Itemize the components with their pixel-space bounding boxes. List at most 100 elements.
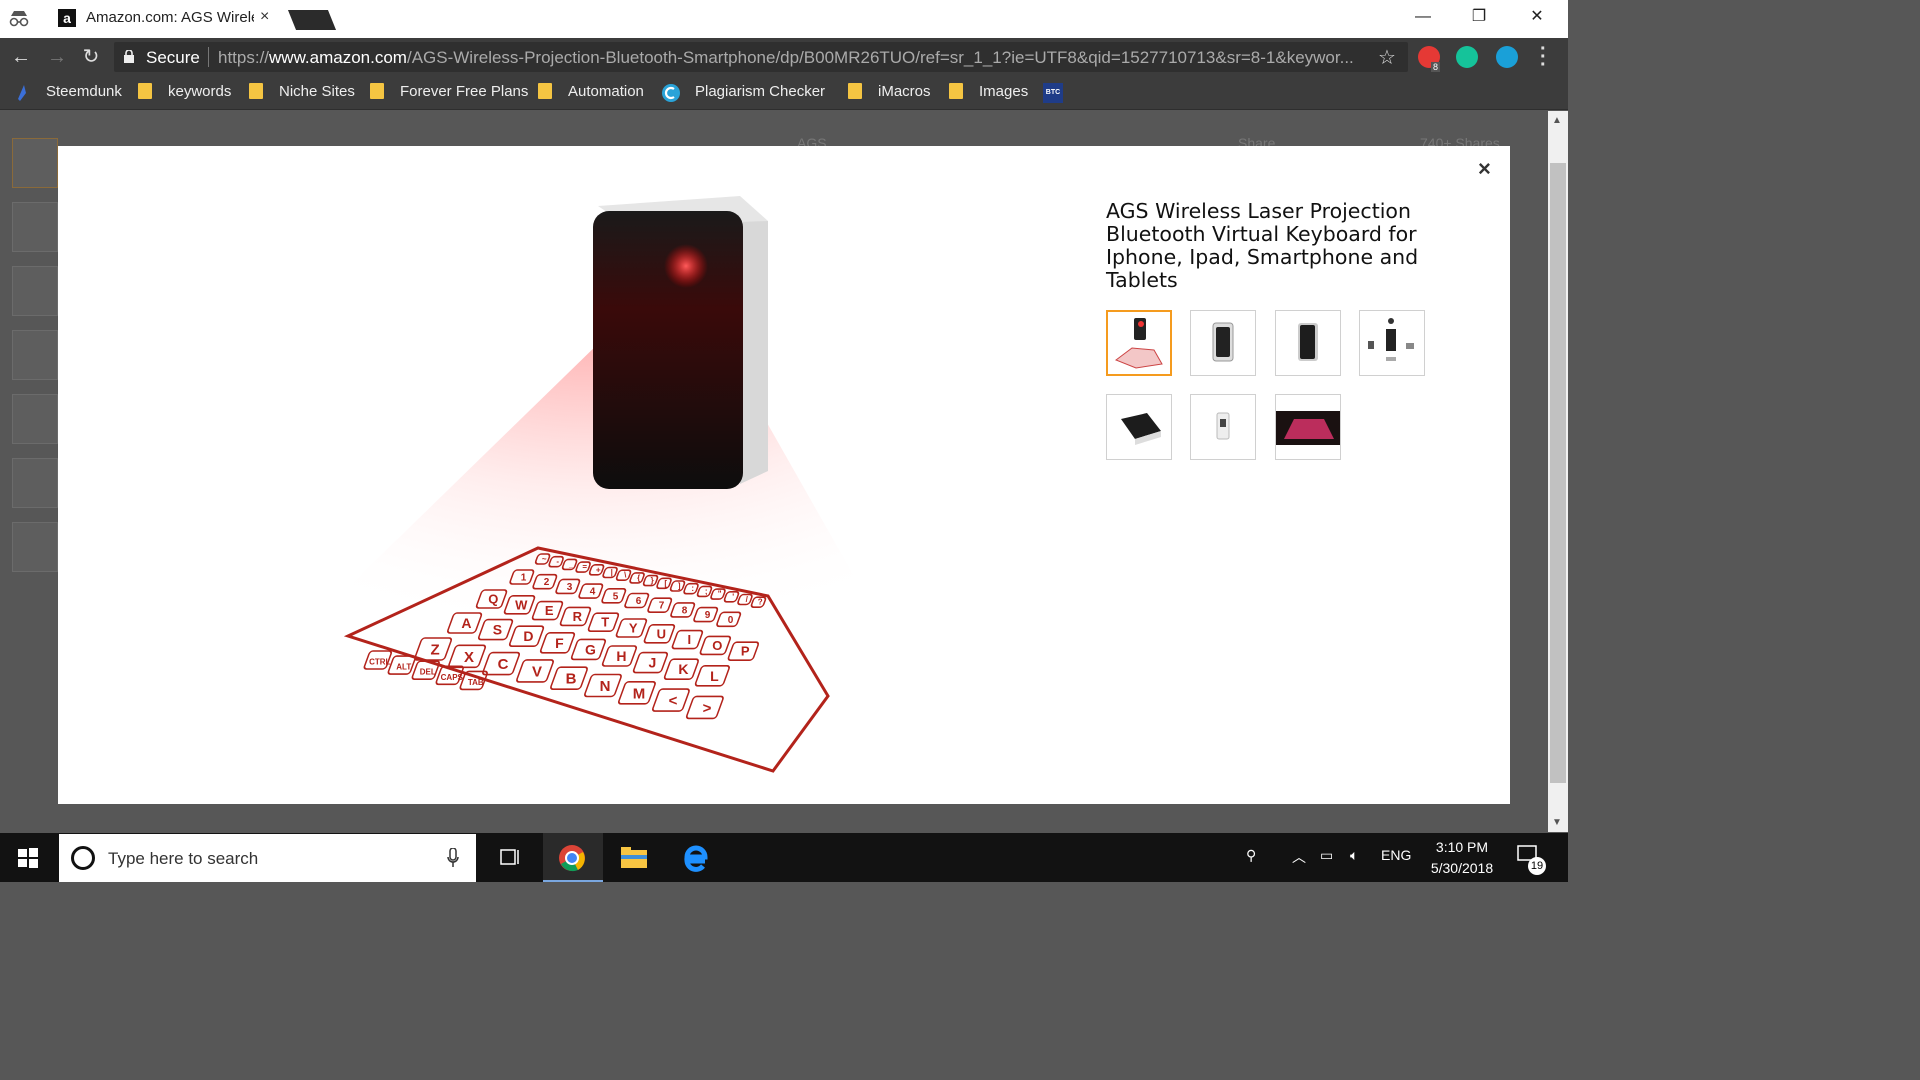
bookmark-plagiarism-checker[interactable]: Plagiarism Checker: [695, 83, 825, 103]
bookmark-label: Forever Free Plans: [400, 83, 529, 100]
thumb-image: [1216, 412, 1230, 440]
keyboard-key-label: M: [633, 685, 646, 702]
bookmark-label: Images: [979, 83, 1029, 100]
tray-chevron-icon[interactable]: ︿: [1292, 847, 1306, 867]
bookmark-forever-free-plans[interactable]: Forever Free Plans: [370, 83, 528, 103]
thumbnail-device-lying[interactable]: [1106, 394, 1172, 460]
bookmarks-bar: Steemdunk keywords Niche Sites Forever F…: [0, 76, 1568, 110]
volume-icon[interactable]: 🔈︎: [1350, 847, 1358, 864]
side-thumbnail[interactable]: [12, 138, 58, 188]
new-tab-button[interactable]: [287, 10, 337, 30]
scroll-down-icon[interactable]: ▼: [1552, 817, 1562, 828]
bookmark-imacros[interactable]: iMacros: [848, 83, 931, 103]
close-window-button[interactable]: ✕: [1514, 6, 1560, 30]
chrome-taskbar-icon[interactable]: [543, 833, 603, 882]
address-bar[interactable]: Secure https://www.amazon.com/AGS-Wirele…: [114, 42, 1408, 72]
thumbnail-keyboard-red-dark[interactable]: [1275, 394, 1341, 460]
thumb-image: [1368, 318, 1414, 361]
thumb-image: [1298, 323, 1318, 361]
side-thumbnail[interactable]: [12, 394, 58, 444]
keyboard-key-label: Q: [488, 592, 498, 607]
browser-toolbar: ← → ↻ Secure https://www.amazon.com/AGS-…: [0, 38, 1568, 76]
gear-extension-icon[interactable]: [1496, 46, 1518, 68]
bookmark-keywords[interactable]: keywords: [138, 83, 231, 103]
folder-icon: [138, 83, 152, 99]
keyboard-key-label: ~: [542, 555, 547, 564]
search-placeholder: Type here to search: [108, 849, 259, 868]
reload-icon[interactable]: ↻: [80, 46, 102, 68]
keyboard-key-label: ;: [705, 587, 708, 596]
keyboard-key-label: :: [691, 584, 694, 593]
keyboard-key-label: 1: [521, 573, 527, 584]
keyboard-key-label: ALT: [396, 663, 411, 672]
keyboard-key-label: 0: [728, 615, 734, 626]
language-indicator[interactable]: ENG: [1381, 847, 1411, 863]
keyboard-key-label: C: [498, 656, 509, 673]
chrome-menu-icon[interactable]: · · ·: [1540, 39, 1547, 75]
minimize-button[interactable]: —: [1400, 6, 1446, 30]
keyboard-key-label: Z: [430, 642, 439, 659]
scrollbar-thumb[interactable]: [1550, 163, 1566, 783]
edge-browser-icon[interactable]: [666, 833, 726, 882]
url-text[interactable]: https://www.amazon.com/AGS-Wireless-Proj…: [218, 48, 1368, 68]
keyboard-key-label: K: [678, 661, 688, 677]
scroll-up-icon[interactable]: ▲: [1552, 115, 1562, 126]
modal-close-button[interactable]: ×: [1478, 156, 1491, 182]
keyboard-key-label: I: [687, 632, 691, 647]
thumbnail-package-contents[interactable]: [1359, 310, 1425, 376]
clock-date: 5/30/2018: [1430, 860, 1494, 876]
task-view-icon[interactable]: [480, 833, 540, 882]
grammarly-extension-icon[interactable]: [1456, 46, 1478, 68]
keyboard-key-label: X: [464, 649, 474, 666]
thumbnail-keyboard-projection[interactable]: [1106, 310, 1172, 376]
bookmark-star-icon[interactable]: ☆: [1378, 45, 1396, 70]
browser-tab-active[interactable]: a Amazon.com: AGS Wirele ×: [44, 0, 288, 38]
side-thumbnail[interactable]: [12, 458, 58, 508]
side-thumbnail[interactable]: [12, 266, 58, 316]
tab-title: Amazon.com: AGS Wirele: [86, 9, 254, 26]
forward-arrow-icon[interactable]: →: [46, 46, 68, 68]
keyboard-key-label: H: [616, 648, 626, 664]
btc-bookmark-icon[interactable]: BTC: [1043, 83, 1063, 103]
windows-start-icon[interactable]: [18, 848, 38, 868]
keyboard-key-label: 4: [590, 587, 596, 598]
bookmark-label: iMacros: [878, 83, 931, 100]
notification-count-badge: 19: [1528, 857, 1546, 875]
keyboard-key-label: B: [566, 671, 577, 688]
thumbnail-device-front-angled[interactable]: [1275, 310, 1341, 376]
side-thumbnail[interactable]: [12, 330, 58, 380]
keyboard-key-label: O: [712, 638, 722, 653]
keyboard-key-label: 8: [682, 605, 688, 616]
keyboard-key-label: ": [718, 590, 722, 599]
thumbnail-device-front-white[interactable]: [1190, 310, 1256, 376]
restore-button[interactable]: ❐: [1456, 6, 1502, 30]
bookmark-automation[interactable]: Automation: [538, 83, 644, 103]
url-path: /AGS-Wireless-Projection-Bluetooth-Smart…: [406, 48, 1354, 67]
battery-icon[interactable]: ▭: [1320, 847, 1333, 864]
bookmark-niche-sites[interactable]: Niche Sites: [249, 83, 355, 103]
page-scrollbar[interactable]: ▲ ▼: [1548, 111, 1568, 832]
people-icon[interactable]: ⚲: [1246, 847, 1256, 864]
keyboard-key-label: T: [601, 615, 609, 630]
secure-label: Secure: [146, 48, 200, 67]
bookmark-label: keywords: [168, 83, 232, 100]
side-thumbnail[interactable]: [12, 522, 58, 572]
back-arrow-icon[interactable]: ←: [10, 46, 32, 68]
bookmark-steemdunk[interactable]: Steemdunk: [46, 83, 122, 103]
keyboard-key-label: 9: [705, 610, 711, 621]
folder-icon: [949, 83, 963, 99]
bookmark-images[interactable]: Images: [949, 83, 1028, 103]
extension-badge: 8: [1431, 62, 1441, 72]
keyboard-key-label: <: [669, 693, 678, 710]
side-thumbnail[interactable]: [12, 202, 58, 252]
system-clock[interactable]: 3:10 PM 5/30/2018: [1422, 837, 1502, 879]
amazon-favicon-icon: a: [58, 9, 76, 27]
tab-close-button[interactable]: ×: [260, 8, 269, 26]
thumb-image: [1114, 318, 1163, 369]
file-explorer-icon[interactable]: [604, 833, 664, 882]
microphone-icon[interactable]: [447, 848, 459, 868]
thumbnail-device-white-small[interactable]: [1190, 394, 1256, 460]
product-title: AGS Wireless Laser Projection Bluetooth …: [1106, 199, 1419, 292]
image-viewer-modal: × ~ - _ = + | \ {} []: ; " ' / ? 1 2 …: [58, 146, 1510, 804]
taskbar-search-box[interactable]: Type here to search: [59, 834, 476, 882]
